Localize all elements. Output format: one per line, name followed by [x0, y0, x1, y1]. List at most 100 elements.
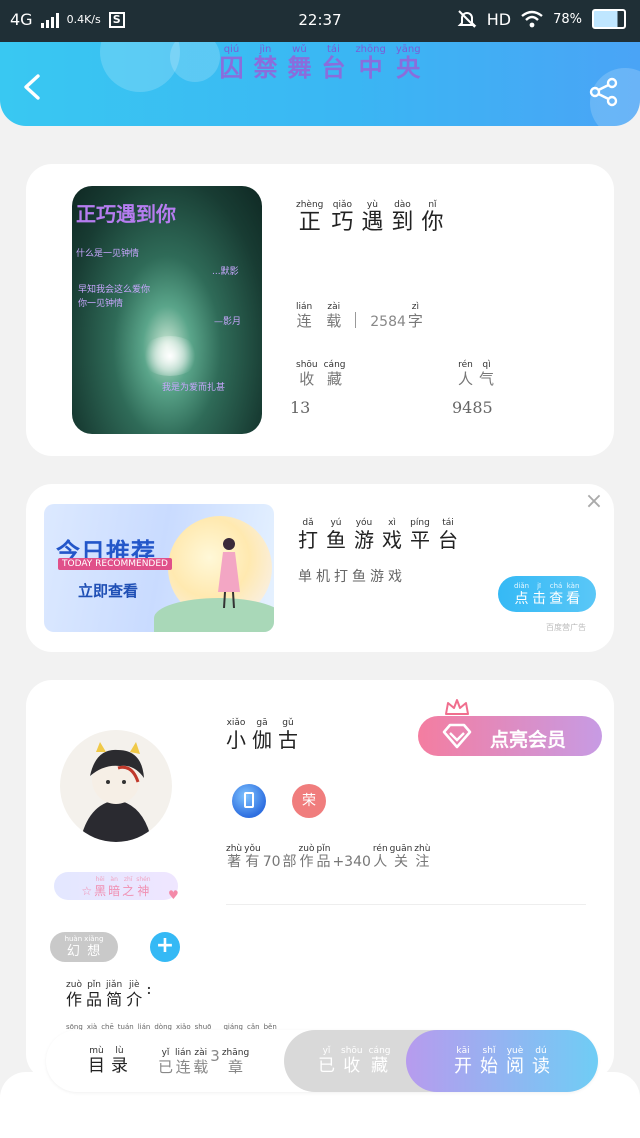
- book-title-char: nǐ 你: [421, 200, 444, 235]
- share-button[interactable]: [588, 76, 620, 108]
- author-name-char: gǔ 古: [278, 718, 298, 752]
- banner-cta[interactable]: 立即查看: [78, 580, 138, 601]
- heart-icon: ♥: [168, 888, 179, 902]
- rec-desc-char: 打: [334, 569, 348, 585]
- collect-char: shōu 收: [341, 1046, 363, 1077]
- word-count: 2584 zì 字: [370, 302, 423, 330]
- word-count-value: 2584: [370, 313, 406, 330]
- label-char: qì 气: [479, 360, 495, 388]
- view-button[interactable]: diǎn 点 jī 击 chá 查 kàn 看: [498, 576, 596, 612]
- cover-text: —影月: [214, 317, 242, 327]
- book-info-card: 正巧遇到你 什么是一见钟情 ...默影 早知我会这么爱你 你一见钟情 —影月 我…: [26, 164, 614, 456]
- intro-char: zuò 作: [66, 980, 83, 1009]
- avatar-illustration: [80, 742, 152, 842]
- favorites-label: shōu 收 cáng 藏: [296, 360, 346, 388]
- avatar[interactable]: [60, 730, 172, 842]
- crown-icon: [445, 699, 469, 715]
- popularity-label: rén 人 qì 气: [458, 360, 494, 388]
- stat-char: pǐn 品: [316, 844, 331, 870]
- rec-title-char: yóu 游: [354, 518, 374, 552]
- author-name: xiǎo 小 gā 伽 gǔ 古: [226, 718, 298, 751]
- author-stats: zhù 著 yǒu 有 70 部 zuò 作 pǐn 品 +340 rén 人 guān 关…: [226, 844, 430, 870]
- recommend-title: dǎ 打 yú 鱼 yóu 游 xì 戏 píng 平 tái 台: [298, 518, 458, 551]
- serial-char: zài 载: [193, 1048, 209, 1076]
- stat-char: +340: [332, 854, 371, 870]
- genre-char: huàn 幻: [64, 934, 83, 959]
- status-char: lián 连: [296, 302, 313, 330]
- book-title-char: zhèng 正: [296, 200, 324, 235]
- bottom-action-bar: mù 目 lù 录 yǐ 已 lián 连 zài 载 3 zhāng 章 yǐ 已 shōu…: [46, 1030, 598, 1092]
- rec-desc-char: 鱼: [352, 569, 366, 585]
- intro-label: zuò 作 pǐn 品 jiǎn 简 jiè 介 :: [66, 980, 152, 1009]
- page-title: qiú 囚 jìn 禁 wǔ 舞 tái 台 zhōng 中 yāng 央: [0, 44, 640, 81]
- phone-badge-icon[interactable]: [232, 784, 266, 818]
- banner-subtitle: TODAY RECOMMENDED: [58, 558, 172, 570]
- author-name-char: gā 伽: [252, 718, 272, 752]
- rec-desc-char: 戏: [388, 569, 402, 585]
- btn-char: chá 查: [549, 581, 564, 607]
- label-char: cáng 藏: [323, 360, 346, 388]
- add-tag-button[interactable]: +: [150, 932, 180, 962]
- cover-title: 正巧遇到你: [76, 202, 176, 226]
- honor-badge[interactable]: 荣: [292, 784, 326, 818]
- serial-char: lián 连: [175, 1048, 192, 1076]
- cover-text: ...默影: [212, 267, 239, 277]
- title-char: tái 台: [321, 44, 346, 82]
- title-char: jìn 禁: [253, 44, 278, 82]
- serial-char: zhāng 章: [221, 1048, 250, 1076]
- stat-char: guān 关: [389, 844, 413, 870]
- recommend-banner[interactable]: 今日推荐 TODAY RECOMMENDED 立即查看: [44, 504, 274, 632]
- stat-char: zhù 注: [414, 844, 431, 870]
- cover-text: 什么是一见钟情: [76, 249, 140, 259]
- vip-button[interactable]: 点亮会员: [418, 716, 602, 756]
- book-title-char: qiǎo 巧: [331, 200, 354, 235]
- banner-hill: [154, 598, 274, 632]
- book-cover[interactable]: 正巧遇到你 什么是一见钟情 ...默影 早知我会这么爱你 你一见钟情 —影月 我…: [72, 186, 262, 434]
- toc-button[interactable]: mù 目 lù 录: [88, 1046, 128, 1076]
- nick-char: ☆: [81, 883, 93, 898]
- recommend-desc: 单 机 打 鱼 游 戏: [298, 569, 402, 585]
- girl-illustration: [218, 538, 240, 609]
- author-nickname-tag: ☆ hēi 黑 àn 暗 zhī 之 shén 神: [54, 872, 178, 900]
- genre-tag[interactable]: huàn 幻 xiǎng 想: [50, 932, 118, 962]
- nick-char: shén 神: [136, 875, 151, 898]
- rec-title-char: píng 平: [410, 518, 430, 552]
- serial-char: yǐ 已: [158, 1048, 174, 1076]
- title-char: zhōng 中: [355, 44, 386, 82]
- label-char: rén 人: [458, 360, 474, 388]
- start-reading-button[interactable]: kāi 开 shǐ 始 yuè 阅 dú 读: [406, 1030, 598, 1092]
- rec-title-char: tái 台: [438, 518, 458, 552]
- close-icon[interactable]: ×: [584, 491, 604, 513]
- rec-desc-char: 单: [298, 569, 312, 585]
- hd-indicator: HD: [486, 9, 512, 29]
- word-unit: zì 字: [407, 302, 423, 330]
- btn-char: kàn 看: [566, 581, 581, 607]
- cover-text: 我是为爱而扎甚: [162, 383, 226, 393]
- read-char: dú 读: [532, 1045, 550, 1077]
- mute-icon: [457, 10, 477, 28]
- btn-char: jī 击: [532, 581, 547, 607]
- book-status-row: lián 连 zài 载 2584 zì 字: [296, 302, 423, 330]
- btn-char: diǎn 点: [513, 581, 530, 607]
- title-char: yāng 央: [395, 44, 421, 82]
- intro-char: pǐn 品: [86, 980, 103, 1009]
- diamond-icon: [442, 723, 472, 749]
- book-title-char: yù 遇: [361, 200, 384, 235]
- status-char: zài 载: [326, 302, 342, 330]
- stat-char: yǒu 有: [244, 844, 261, 870]
- divider: [355, 311, 357, 328]
- header-bar: qiú 囚 jìn 禁 wǔ 舞 tái 台 zhōng 中 yāng 央: [0, 42, 640, 126]
- rec-title-char: xì 戏: [382, 518, 402, 552]
- favorites-value: 13: [290, 398, 311, 417]
- vip-button-label: 点亮会员: [490, 729, 567, 751]
- chapter-count[interactable]: yǐ 已 lián 连 zài 载 3 zhāng 章: [158, 1048, 249, 1076]
- nick-char: hēi 黑: [94, 875, 107, 898]
- nick-char: àn 暗: [108, 875, 121, 898]
- rec-title-char: yú 鱼: [326, 518, 346, 552]
- author-card: ☆ hēi 黑 àn 暗 zhī 之 shén 神 ♥ xiǎo 小 gā 伽 gǔ 古 点亮…: [26, 680, 614, 1080]
- rec-title-char: dǎ 打: [298, 518, 318, 552]
- rec-desc-char: 游: [370, 569, 384, 585]
- intro-char: :: [146, 979, 152, 998]
- battery-icon: [592, 9, 626, 29]
- wifi-icon: [521, 10, 543, 28]
